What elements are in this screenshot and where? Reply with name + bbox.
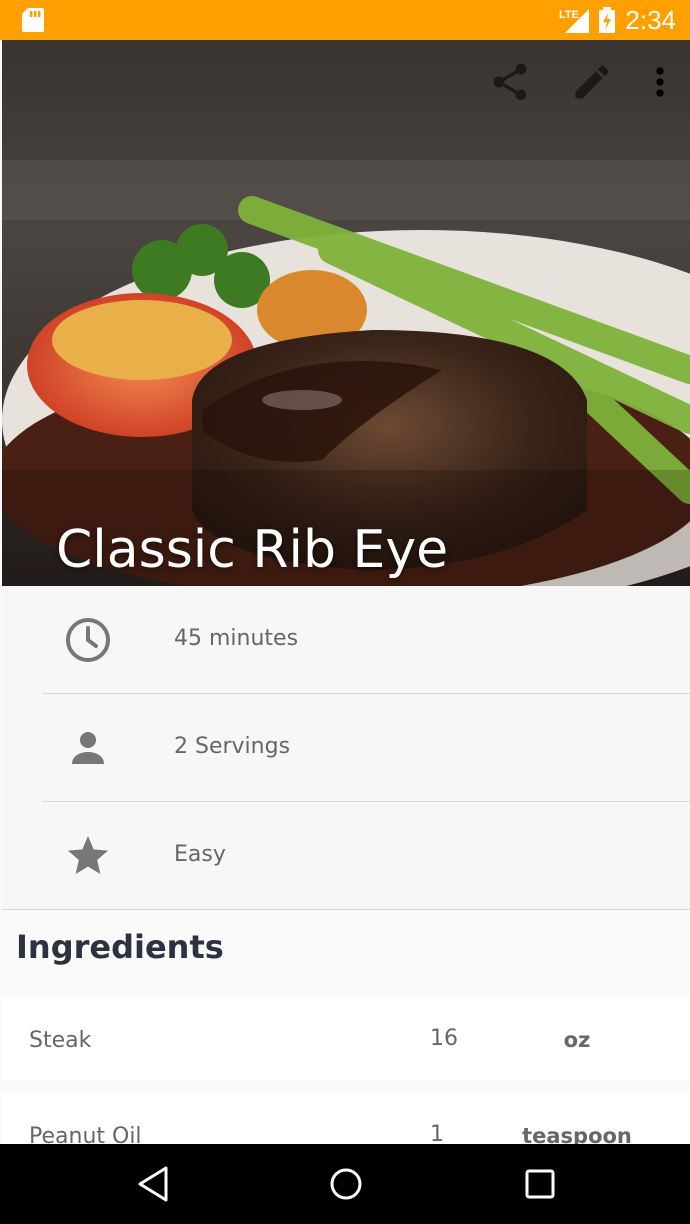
lte-signal-icon: LTE	[559, 9, 590, 33]
cook-time: 45 minutes	[174, 626, 299, 651]
status-bar: LTE 2:34	[0, 0, 690, 40]
svg-text:LTE: LTE	[559, 9, 579, 21]
home-icon[interactable]	[328, 1164, 364, 1204]
hero-toolbar	[488, 60, 690, 108]
ingredient-unit: oz	[563, 1028, 591, 1052]
system-nav-bar	[0, 1144, 690, 1224]
back-icon[interactable]	[136, 1164, 170, 1204]
more-vert-icon[interactable]	[652, 60, 668, 108]
ingredient-quantity: 16	[430, 1026, 458, 1051]
ingredient-row[interactable]: Steak 16 oz	[2, 996, 690, 1080]
info-row-servings: 2 Servings	[42, 694, 690, 802]
share-icon[interactable]	[488, 60, 532, 108]
info-row-difficulty: Easy	[2, 802, 690, 910]
battery-charging-icon	[599, 7, 616, 33]
info-row-time: 45 minutes	[42, 586, 690, 694]
servings: 2 Servings	[174, 734, 291, 759]
recipe-info-list: 45 minutes 2 Servings Easy	[2, 586, 690, 910]
ingredient-name: Steak	[29, 1028, 92, 1053]
person-icon	[72, 732, 104, 764]
recents-icon[interactable]	[523, 1164, 557, 1204]
recipe-hero-image: Classic Rib Eye	[2, 40, 690, 586]
difficulty: Easy	[174, 842, 226, 867]
clock: 2:34	[625, 4, 676, 35]
ingredients-heading: Ingredients	[16, 928, 224, 966]
recipe-title: Classic Rib Eye	[56, 520, 449, 580]
sd-card-icon	[22, 8, 44, 32]
clock-icon	[66, 618, 110, 662]
edit-icon[interactable]	[570, 60, 614, 108]
star-icon	[68, 836, 108, 874]
steak-photo	[2, 40, 690, 586]
